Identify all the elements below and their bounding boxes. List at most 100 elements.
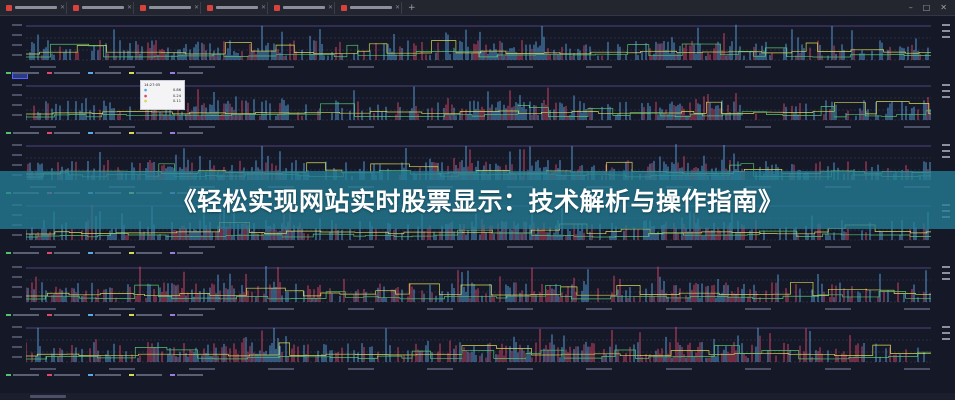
x-tick <box>665 66 692 68</box>
legend-swatch <box>47 132 52 134</box>
x-tick <box>903 308 930 310</box>
x-tick <box>109 308 136 310</box>
legend-label <box>177 314 203 316</box>
x-tick <box>347 126 374 128</box>
close-icon[interactable]: ✕ <box>395 4 400 11</box>
legend-swatch <box>47 252 52 254</box>
x-tick <box>665 126 692 128</box>
legend-label <box>177 252 203 254</box>
legend-label <box>95 252 121 254</box>
browser-tab[interactable]: ✕ <box>271 1 335 14</box>
legend-label <box>136 314 162 316</box>
legend-item[interactable] <box>170 72 203 74</box>
legend-item[interactable] <box>47 374 80 376</box>
legend-item[interactable] <box>129 132 162 134</box>
maximize-button[interactable]: □ <box>923 3 931 12</box>
x-tick <box>30 368 56 370</box>
close-icon[interactable]: ✕ <box>328 4 333 11</box>
legend-item[interactable] <box>170 252 203 254</box>
timeseries-chart <box>26 266 931 303</box>
legend-item[interactable] <box>47 314 80 316</box>
legend-item[interactable] <box>6 314 39 316</box>
x-tick <box>268 66 295 68</box>
browser-tab[interactable]: ✕ <box>204 1 268 14</box>
legend-item[interactable] <box>47 132 80 134</box>
x-tick <box>427 66 454 68</box>
x-tick <box>824 66 851 68</box>
x-tick <box>665 308 692 310</box>
legend-item[interactable] <box>129 374 162 376</box>
close-icon[interactable]: ✕ <box>127 4 132 11</box>
legend-item[interactable] <box>88 374 121 376</box>
tooltip-value: 0.11 <box>172 99 181 104</box>
tab-list: ✕ ✕ ✕ ✕ ✕ ✕ <box>0 1 402 14</box>
x-tick <box>427 126 454 128</box>
legend-item[interactable] <box>129 72 162 74</box>
x-tick <box>188 66 215 68</box>
legend-item[interactable] <box>6 132 39 134</box>
browser-tab-strip: ✕ ✕ ✕ ✕ ✕ ✕ + – □ ✕ <box>0 0 955 16</box>
legend-item[interactable] <box>88 314 121 316</box>
chart-legend <box>6 252 203 254</box>
close-icon[interactable]: ✕ <box>60 4 65 11</box>
x-tick <box>427 368 454 370</box>
x-tick <box>824 368 851 370</box>
legend-item[interactable] <box>6 374 39 376</box>
browser-tab[interactable]: ✕ <box>137 1 201 14</box>
minimize-button[interactable]: – <box>909 3 913 12</box>
scrollbar-thumb[interactable] <box>30 395 66 398</box>
timeseries-chart <box>26 326 931 363</box>
window-controls: – □ ✕ <box>909 3 955 12</box>
x-tick <box>347 66 374 68</box>
x-tick <box>903 246 930 248</box>
legend-item[interactable] <box>88 252 121 254</box>
legend-swatch <box>170 314 175 316</box>
legend-item[interactable] <box>88 132 121 134</box>
chart-tooltip: 14:27:05 ● 0.86 ● 0.24 ● 0.11 <box>140 80 185 110</box>
legend-label <box>95 374 121 376</box>
browser-tab[interactable]: ✕ <box>70 1 134 14</box>
legend-item[interactable] <box>47 72 80 74</box>
right-axis-markers <box>942 326 952 340</box>
chart-legend <box>6 132 203 134</box>
legend-swatch <box>170 252 175 254</box>
legend-swatch <box>47 314 52 316</box>
legend-item[interactable] <box>170 132 203 134</box>
favicon-icon <box>207 4 213 11</box>
title-banner: 《轻松实现网站实时股票显示：技术解析与操作指南》 <box>0 171 955 229</box>
legend-item[interactable] <box>129 252 162 254</box>
legend-item[interactable] <box>129 314 162 316</box>
legend-item[interactable] <box>6 252 39 254</box>
x-tick <box>586 246 613 248</box>
legend-item[interactable] <box>47 252 80 254</box>
tab-title <box>82 6 124 9</box>
legend-label <box>177 72 203 74</box>
close-window-button[interactable]: ✕ <box>940 3 947 12</box>
chart-panel <box>0 262 955 320</box>
x-tick <box>586 66 613 68</box>
tab-title <box>350 6 392 9</box>
y-axis-ticks <box>12 326 22 366</box>
browser-tab[interactable]: ✕ <box>3 1 67 14</box>
timeseries-chart <box>26 24 931 61</box>
legend-swatch <box>47 72 52 74</box>
legend-swatch <box>6 252 11 254</box>
legend-label <box>95 314 121 316</box>
legend-item[interactable] <box>6 72 39 74</box>
x-tick <box>268 368 295 370</box>
horizontal-scrollbar[interactable] <box>0 393 955 400</box>
x-tick <box>745 66 772 68</box>
legend-item[interactable] <box>170 374 203 376</box>
x-tick <box>506 66 533 68</box>
x-tick <box>903 126 930 128</box>
close-icon[interactable]: ✕ <box>194 4 199 11</box>
x-tick <box>188 368 215 370</box>
legend-item[interactable] <box>170 314 203 316</box>
x-tick <box>586 308 613 310</box>
y-axis-ticks <box>12 266 22 306</box>
legend-item[interactable] <box>88 72 121 74</box>
new-tab-button[interactable]: + <box>408 3 416 13</box>
browser-tab[interactable]: ✕ <box>338 1 402 14</box>
tooltip-row: ● 0.11 <box>144 99 181 104</box>
close-icon[interactable]: ✕ <box>261 4 266 11</box>
